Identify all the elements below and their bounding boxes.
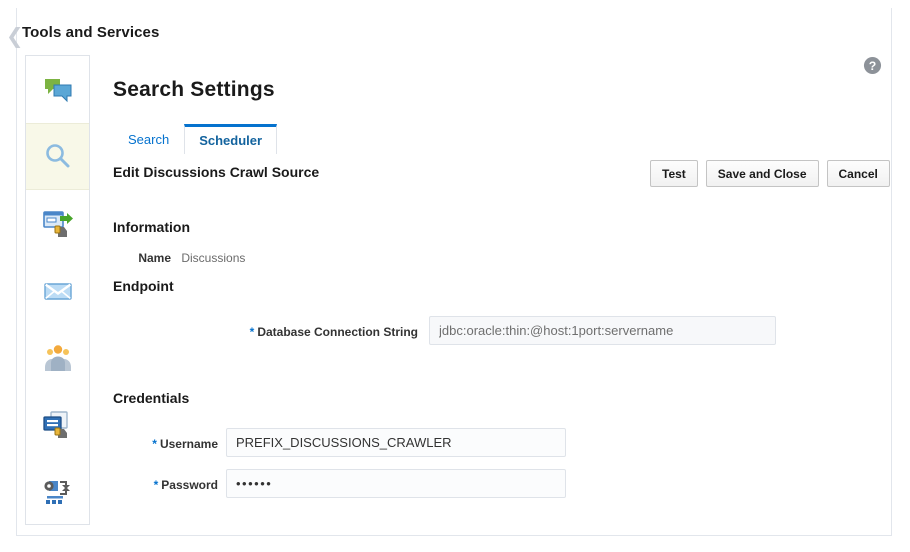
page-title: Search Settings — [113, 78, 275, 101]
required-asterisk: * — [152, 437, 157, 451]
section-header: Edit Discussions Crawl Source — [113, 164, 320, 180]
sidebar-item-search[interactable] — [26, 123, 89, 190]
username-label: * Username — [118, 437, 218, 451]
action-button-row: Test Save and Close Cancel — [650, 160, 890, 187]
tab-scheduler[interactable]: Scheduler — [184, 124, 278, 154]
name-readonly-row: Name Discussions — [113, 251, 533, 265]
sidebar-item-discussions[interactable] — [26, 56, 89, 123]
required-asterisk: * — [153, 478, 159, 492]
name-value: Discussions — [181, 251, 246, 265]
tab-strip: Search Scheduler — [113, 124, 278, 154]
discussions-icon — [44, 78, 71, 102]
svg-text:?: ? — [869, 59, 877, 73]
test-button[interactable]: Test — [650, 160, 698, 187]
username-label-text: Username — [159, 437, 218, 451]
portal-server-icon — [42, 410, 68, 438]
password-label: * Password — [118, 478, 218, 492]
mail-icon — [43, 282, 72, 300]
db-connection-string-input[interactable] — [429, 316, 776, 345]
tab-search[interactable]: Search — [113, 124, 184, 154]
sidebar-rail — [25, 55, 90, 525]
sidebar-item-portal-server[interactable] — [26, 391, 89, 458]
password-input[interactable] — [226, 469, 566, 498]
required-asterisk: * — [249, 325, 255, 339]
chevron-left-icon[interactable]: ❮ — [6, 26, 24, 47]
db-connection-string-label-text: Database Connection String — [257, 325, 418, 339]
password-label-text: Password — [161, 478, 218, 492]
help-icon[interactable]: ? — [863, 56, 882, 75]
name-label: Name — [138, 251, 171, 265]
app-root: ❮ Tools and Services ? Search Settings S… — [0, 0, 910, 552]
breadcrumb: ❮ Tools and Services — [0, 24, 910, 52]
db-connection-string-label: * Database Connection String — [118, 325, 418, 339]
endpoint-section-title: Endpoint — [113, 278, 174, 294]
export-import-icon — [42, 210, 73, 237]
breadcrumb-title: Tools and Services — [22, 24, 160, 41]
sidebar-item-people-connections[interactable] — [26, 324, 89, 391]
sidebar-item-workflow[interactable] — [26, 458, 89, 525]
search-icon — [45, 143, 69, 167]
sidebar-item-mail[interactable] — [26, 257, 89, 324]
credentials-section-title: Credentials — [113, 390, 190, 406]
username-input[interactable] — [226, 428, 566, 457]
workflow-icon — [43, 480, 70, 504]
information-section-title: Information — [113, 219, 190, 235]
cancel-button[interactable]: Cancel — [826, 160, 890, 187]
sidebar-item-export-import[interactable] — [26, 190, 89, 257]
people-connections-icon — [44, 344, 71, 371]
save-and-close-button[interactable]: Save and Close — [705, 160, 819, 187]
